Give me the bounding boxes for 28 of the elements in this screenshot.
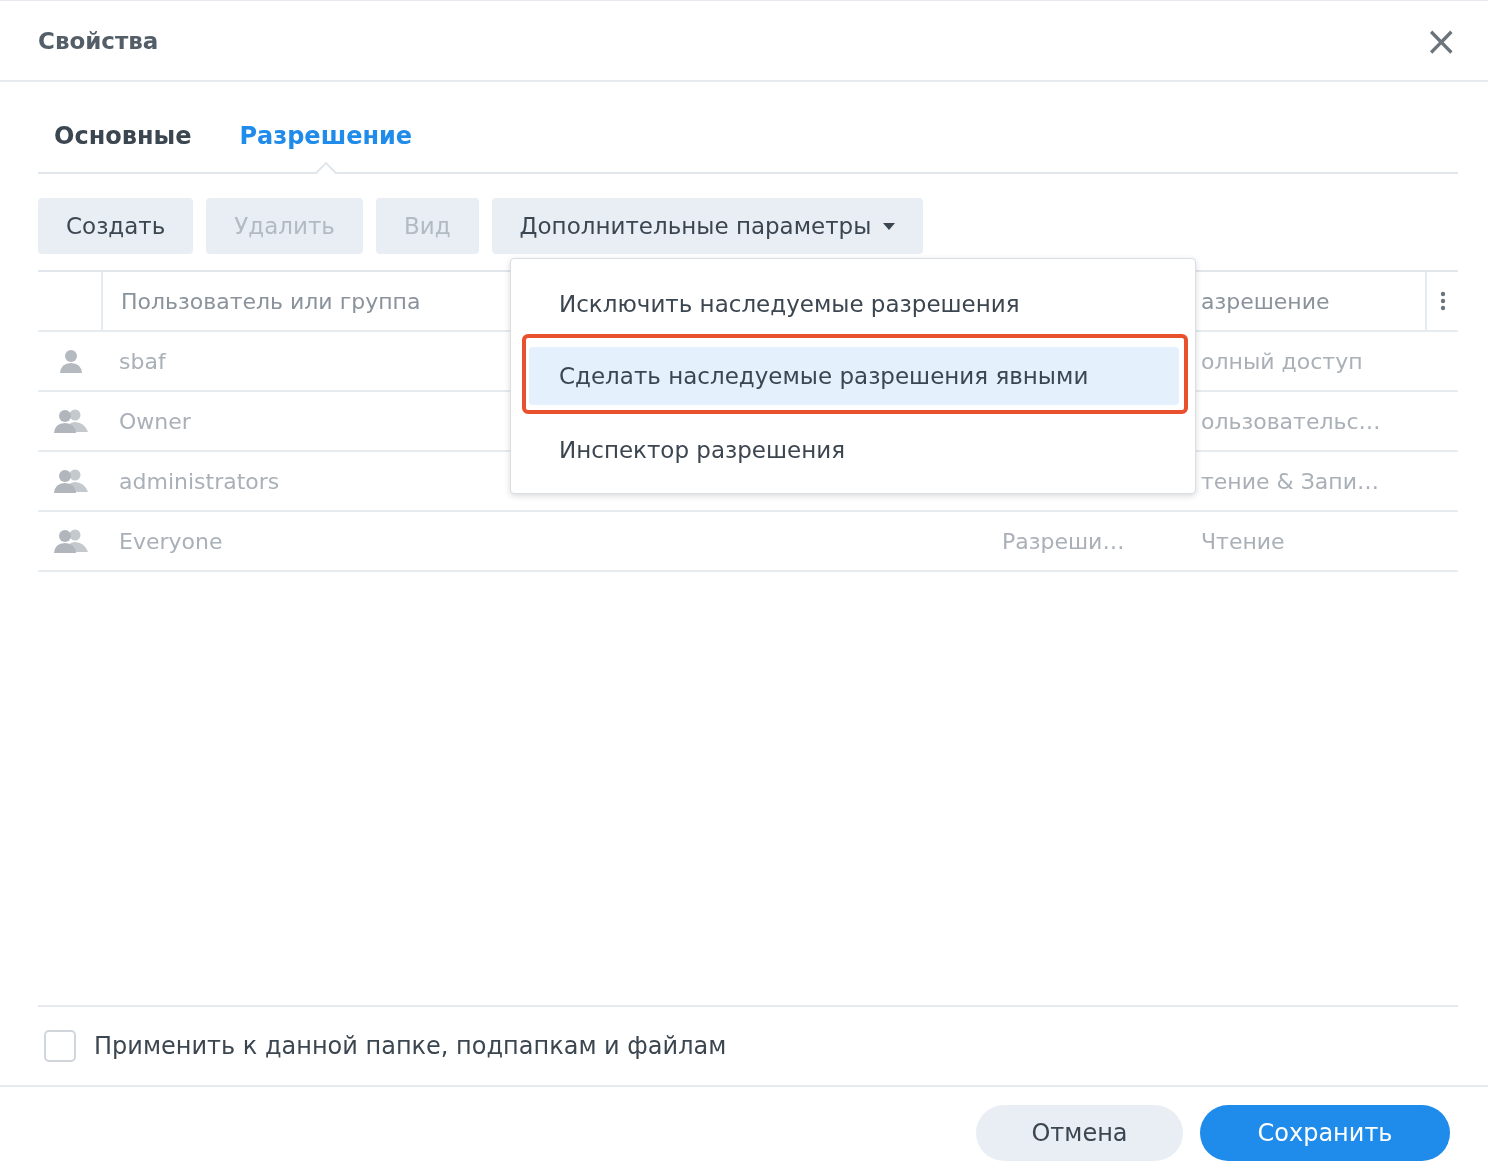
group-icon xyxy=(52,408,89,434)
menu-item[interactable]: Исключить наследуемые разрешения xyxy=(529,275,1179,333)
group-icon xyxy=(52,468,89,494)
table-cell: Чтение xyxy=(1201,528,1285,554)
table-cell: ользовательс… xyxy=(1201,408,1381,434)
table-cell: sbaf xyxy=(119,348,166,374)
table-cell: тение & Запи… xyxy=(1201,468,1379,494)
column-header: Пользователь или группа xyxy=(121,288,421,314)
tab[interactable]: Основные xyxy=(38,122,208,172)
group-icon xyxy=(52,528,89,554)
more-icon[interactable] xyxy=(1439,291,1446,311)
table-cell: Everyone xyxy=(119,528,223,554)
checkbox-label: Применить к данной папке, подпапкам и файлам xyxy=(94,1032,727,1060)
column-header: азрешение xyxy=(1201,288,1330,314)
menu-item[interactable]: Сделать наследуемые разрешения явными xyxy=(529,347,1179,405)
close-button[interactable]: × xyxy=(1424,20,1458,61)
table-cell: Owner xyxy=(119,408,191,434)
checkbox[interactable] xyxy=(44,1030,76,1062)
cancel-button[interactable]: Отмена xyxy=(976,1105,1183,1161)
table-cell: administrators xyxy=(119,468,280,494)
dropdown-button[interactable]: Дополнительные параметры xyxy=(491,198,924,254)
table-cell: олный доступ xyxy=(1201,348,1363,374)
save-button[interactable]: Сохранить xyxy=(1200,1105,1450,1161)
menu-item[interactable]: Инспектор разрешения xyxy=(529,421,1179,479)
toolbar-button[interactable]: Создать xyxy=(38,198,194,254)
user-icon xyxy=(57,348,84,374)
window-title: Свойства xyxy=(38,27,159,54)
table-cell: Разреши… xyxy=(1002,528,1125,554)
